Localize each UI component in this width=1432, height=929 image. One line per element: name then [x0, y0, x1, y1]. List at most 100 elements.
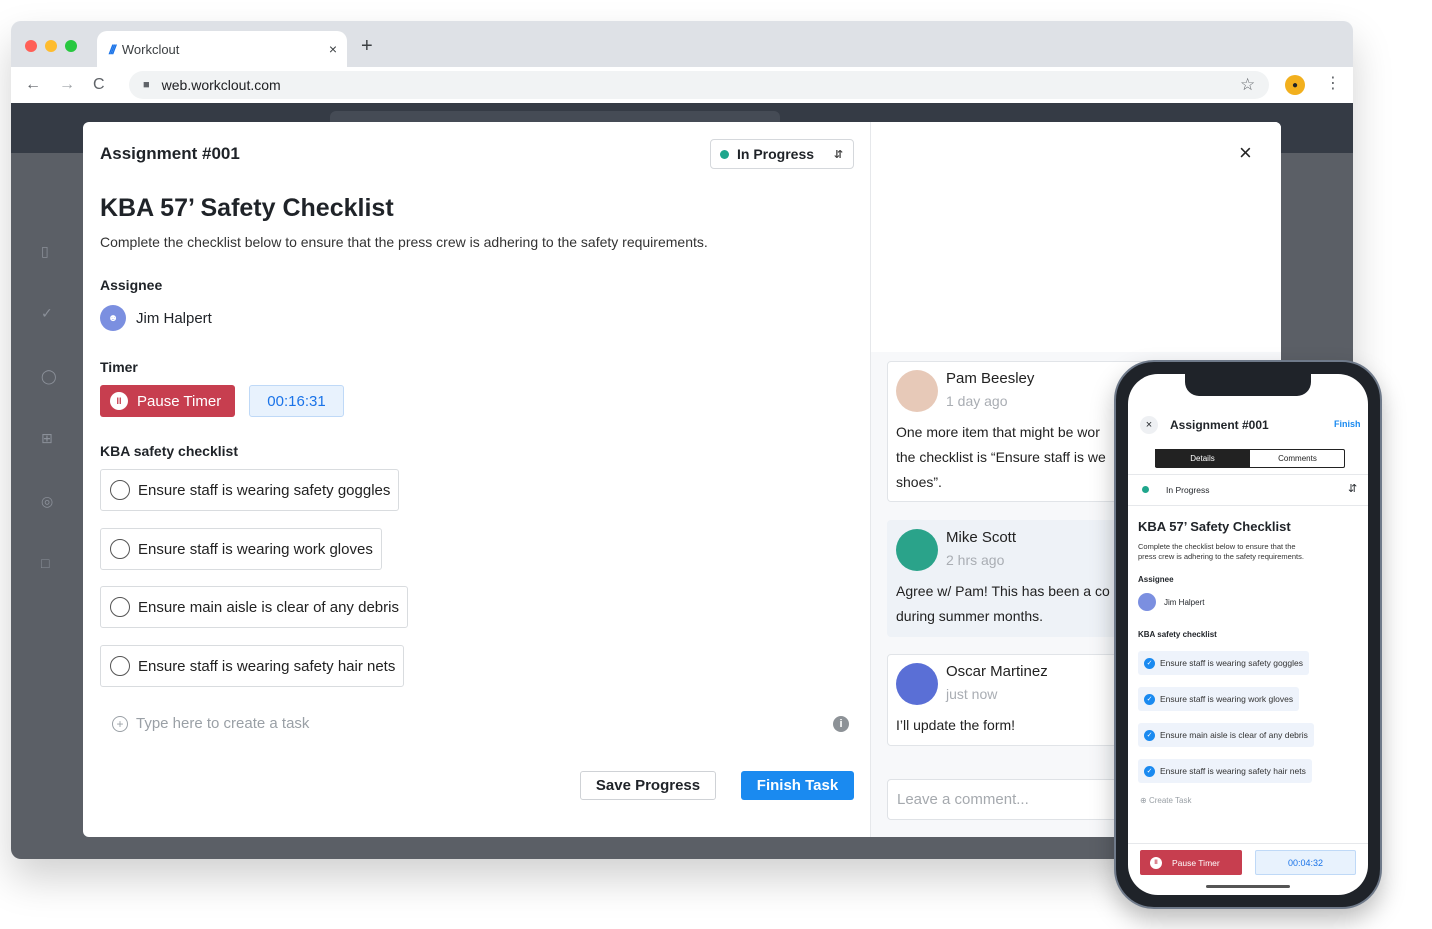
- phone-notch: [1185, 374, 1311, 396]
- comment-time: 2 hrs ago: [946, 552, 1005, 568]
- comment-input[interactable]: Leave a comment...: [887, 779, 1147, 820]
- status-label: In Progress: [737, 146, 815, 162]
- browser-menu-icon[interactable]: ⋮: [1325, 73, 1341, 93]
- pause-icon: II: [110, 392, 128, 410]
- phone-timer-display: 00:04:32: [1255, 850, 1356, 875]
- phone-assignment-label: Assignment #001: [1170, 418, 1269, 432]
- phone-chevron-updown-icon: ⇵: [1348, 483, 1358, 495]
- close-icon[interactable]: ×: [1239, 140, 1252, 166]
- info-icon[interactable]: i: [833, 716, 849, 732]
- lock-icon: ■: [143, 79, 150, 91]
- address-bar-row: ← → C ■ web.workclout.com ☆ ● ⋮: [11, 67, 1353, 103]
- phone-home-indicator: [1206, 885, 1290, 888]
- commenter-name: Pam Beesley: [946, 370, 1035, 387]
- sidebar-target-icon: ◎: [41, 493, 54, 509]
- comment-time: just now: [946, 686, 998, 702]
- phone-checklist-item[interactable]: ✓ Ensure main aisle is clear of any debri…: [1138, 723, 1314, 747]
- finish-task-button[interactable]: Finish Task: [741, 771, 854, 800]
- task-title: KBA 57’ Safety Checklist: [100, 194, 394, 222]
- comment-text: I’ll update the form!: [896, 717, 1016, 733]
- checklist-item[interactable]: Ensure staff is wearing safety goggles: [100, 469, 400, 511]
- maximize-window-button[interactable]: [65, 40, 77, 52]
- plus-circle-icon: +: [112, 715, 128, 732]
- sidebar-tasks-icon: ✓: [41, 305, 53, 321]
- phone-task-title: KBA 57’ Safety Checklist: [1138, 519, 1291, 534]
- checkbox-circle-icon[interactable]: [110, 656, 130, 676]
- back-icon[interactable]: ←: [25, 76, 41, 94]
- check-circle-icon: ✓: [1144, 729, 1155, 741]
- phone-close-icon[interactable]: ×: [1140, 416, 1158, 434]
- phone-tab-details[interactable]: Details: [1155, 449, 1250, 467]
- app-sidebar: ▯ ✓ ◯ ⊞ ◎ □: [11, 153, 83, 859]
- phone-checklist-item[interactable]: ✓ Ensure staff is wearing work gloves: [1138, 687, 1300, 711]
- tab-close-icon[interactable]: ×: [329, 41, 337, 57]
- pause-timer-label: Pause Timer: [137, 392, 222, 410]
- phone-task-description: Complete the checklist below to ensure t…: [1138, 542, 1304, 561]
- url-field[interactable]: ■ web.workclout.com: [129, 71, 1269, 99]
- phone-screen: × Assignment #001 Finish Details Comment…: [1128, 374, 1368, 895]
- reload-icon[interactable]: C: [93, 76, 105, 94]
- check-circle-icon: ✓: [1144, 657, 1155, 669]
- tab-title: Workclout: [121, 41, 180, 57]
- checkbox-circle-icon[interactable]: [110, 480, 130, 500]
- comment-time: 1 day ago: [946, 393, 1008, 409]
- phone-checklist-item[interactable]: ✓ Ensure staff is wearing safety goggles: [1138, 651, 1310, 675]
- timer-display: 00:16:31: [249, 385, 344, 417]
- phone-pause-timer-button[interactable]: II Pause Timer: [1140, 850, 1242, 875]
- mobile-phone-mockup: × Assignment #001 Finish Details Comment…: [1114, 360, 1382, 909]
- phone-create-task[interactable]: ⊕ Create Task: [1140, 796, 1191, 805]
- create-task-input[interactable]: + Type here to create a task: [112, 715, 309, 732]
- assignee-heading: Assignee: [100, 277, 163, 293]
- pause-timer-button[interactable]: II Pause Timer: [100, 385, 235, 417]
- new-tab-button[interactable]: +: [361, 35, 373, 58]
- checkbox-circle-icon[interactable]: [110, 597, 130, 617]
- checklist-item[interactable]: Ensure main aisle is clear of any debris: [100, 586, 408, 628]
- checkbox-circle-icon[interactable]: [110, 539, 130, 559]
- browser-tab[interactable]: /// Workclout ×: [97, 31, 347, 67]
- phone-assignee-name: Jim Halpert: [1164, 598, 1205, 607]
- comment-card: Mike Scott 2 hrs ago Agree w/ Pam! This …: [887, 520, 1147, 637]
- sidebar-chat-icon: ◯: [41, 368, 57, 384]
- task-description: Complete the checklist below to ensure t…: [100, 234, 708, 250]
- commenter-name: Mike Scott: [946, 529, 1017, 546]
- comment-card: Pam Beesley 1 day ago One more item that…: [887, 361, 1147, 502]
- create-task-placeholder: Type here to create a task: [136, 715, 310, 732]
- checklist-item-label: Ensure staff is wearing work gloves: [138, 540, 373, 558]
- comment-text: Agree w/ Pam! This has been a co during …: [896, 583, 1110, 624]
- check-circle-icon: ✓: [1144, 765, 1155, 777]
- status-select[interactable]: In Progress ⇵: [710, 139, 854, 169]
- bookmark-star-icon[interactable]: ☆: [1240, 75, 1255, 95]
- workclout-logo-icon: ///: [109, 41, 116, 57]
- phone-checklist-item[interactable]: ✓ Ensure staff is wearing safety hair net…: [1138, 759, 1312, 783]
- phone-status-select[interactable]: [1128, 474, 1368, 506]
- assignment-details-panel: Assignment #001 In Progress ⇵ KBA 57’ Sa…: [83, 122, 871, 837]
- phone-assignee-heading: Assignee: [1138, 575, 1174, 584]
- comment-text: One more item that might be wor the chec…: [896, 424, 1106, 490]
- phone-assignee-avatar: [1138, 593, 1156, 611]
- assignee-avatar: ☻: [100, 305, 126, 331]
- comment-card: Oscar Martinez just now I’ll update the …: [887, 654, 1147, 746]
- phone-status-dot-icon: [1142, 486, 1149, 493]
- phone-tab-comments[interactable]: Comments: [1250, 449, 1345, 467]
- profile-avatar[interactable]: ●: [1285, 75, 1305, 95]
- phone-status-label: In Progress: [1166, 485, 1210, 495]
- checklist-heading: KBA safety checklist: [100, 443, 238, 459]
- forward-icon[interactable]: →: [59, 76, 75, 94]
- commenter-avatar: [896, 529, 938, 571]
- check-circle-icon: ✓: [1144, 693, 1155, 705]
- commenter-name: Oscar Martinez: [946, 663, 1048, 680]
- close-window-button[interactable]: [25, 40, 37, 52]
- phone-finish-link[interactable]: Finish: [1334, 419, 1361, 429]
- minimize-window-button[interactable]: [45, 40, 57, 52]
- commenter-avatar: [896, 370, 938, 412]
- checklist-item-label: Ensure main aisle is clear of any debris: [138, 598, 399, 616]
- save-progress-button[interactable]: Save Progress: [580, 771, 716, 800]
- assignee-row: ☻ Jim Halpert: [100, 305, 212, 331]
- sidebar-folder-icon: □: [41, 555, 50, 571]
- chevron-updown-icon: ⇵: [833, 148, 843, 161]
- checklist-item-label: Ensure staff is wearing safety hair nets: [138, 657, 396, 675]
- checklist-item[interactable]: Ensure staff is wearing safety hair nets: [100, 645, 405, 687]
- sidebar-dashboard-icon: ▯: [41, 243, 49, 259]
- assignment-label: Assignment #001: [100, 144, 240, 163]
- checklist-item[interactable]: Ensure staff is wearing work gloves: [100, 528, 382, 570]
